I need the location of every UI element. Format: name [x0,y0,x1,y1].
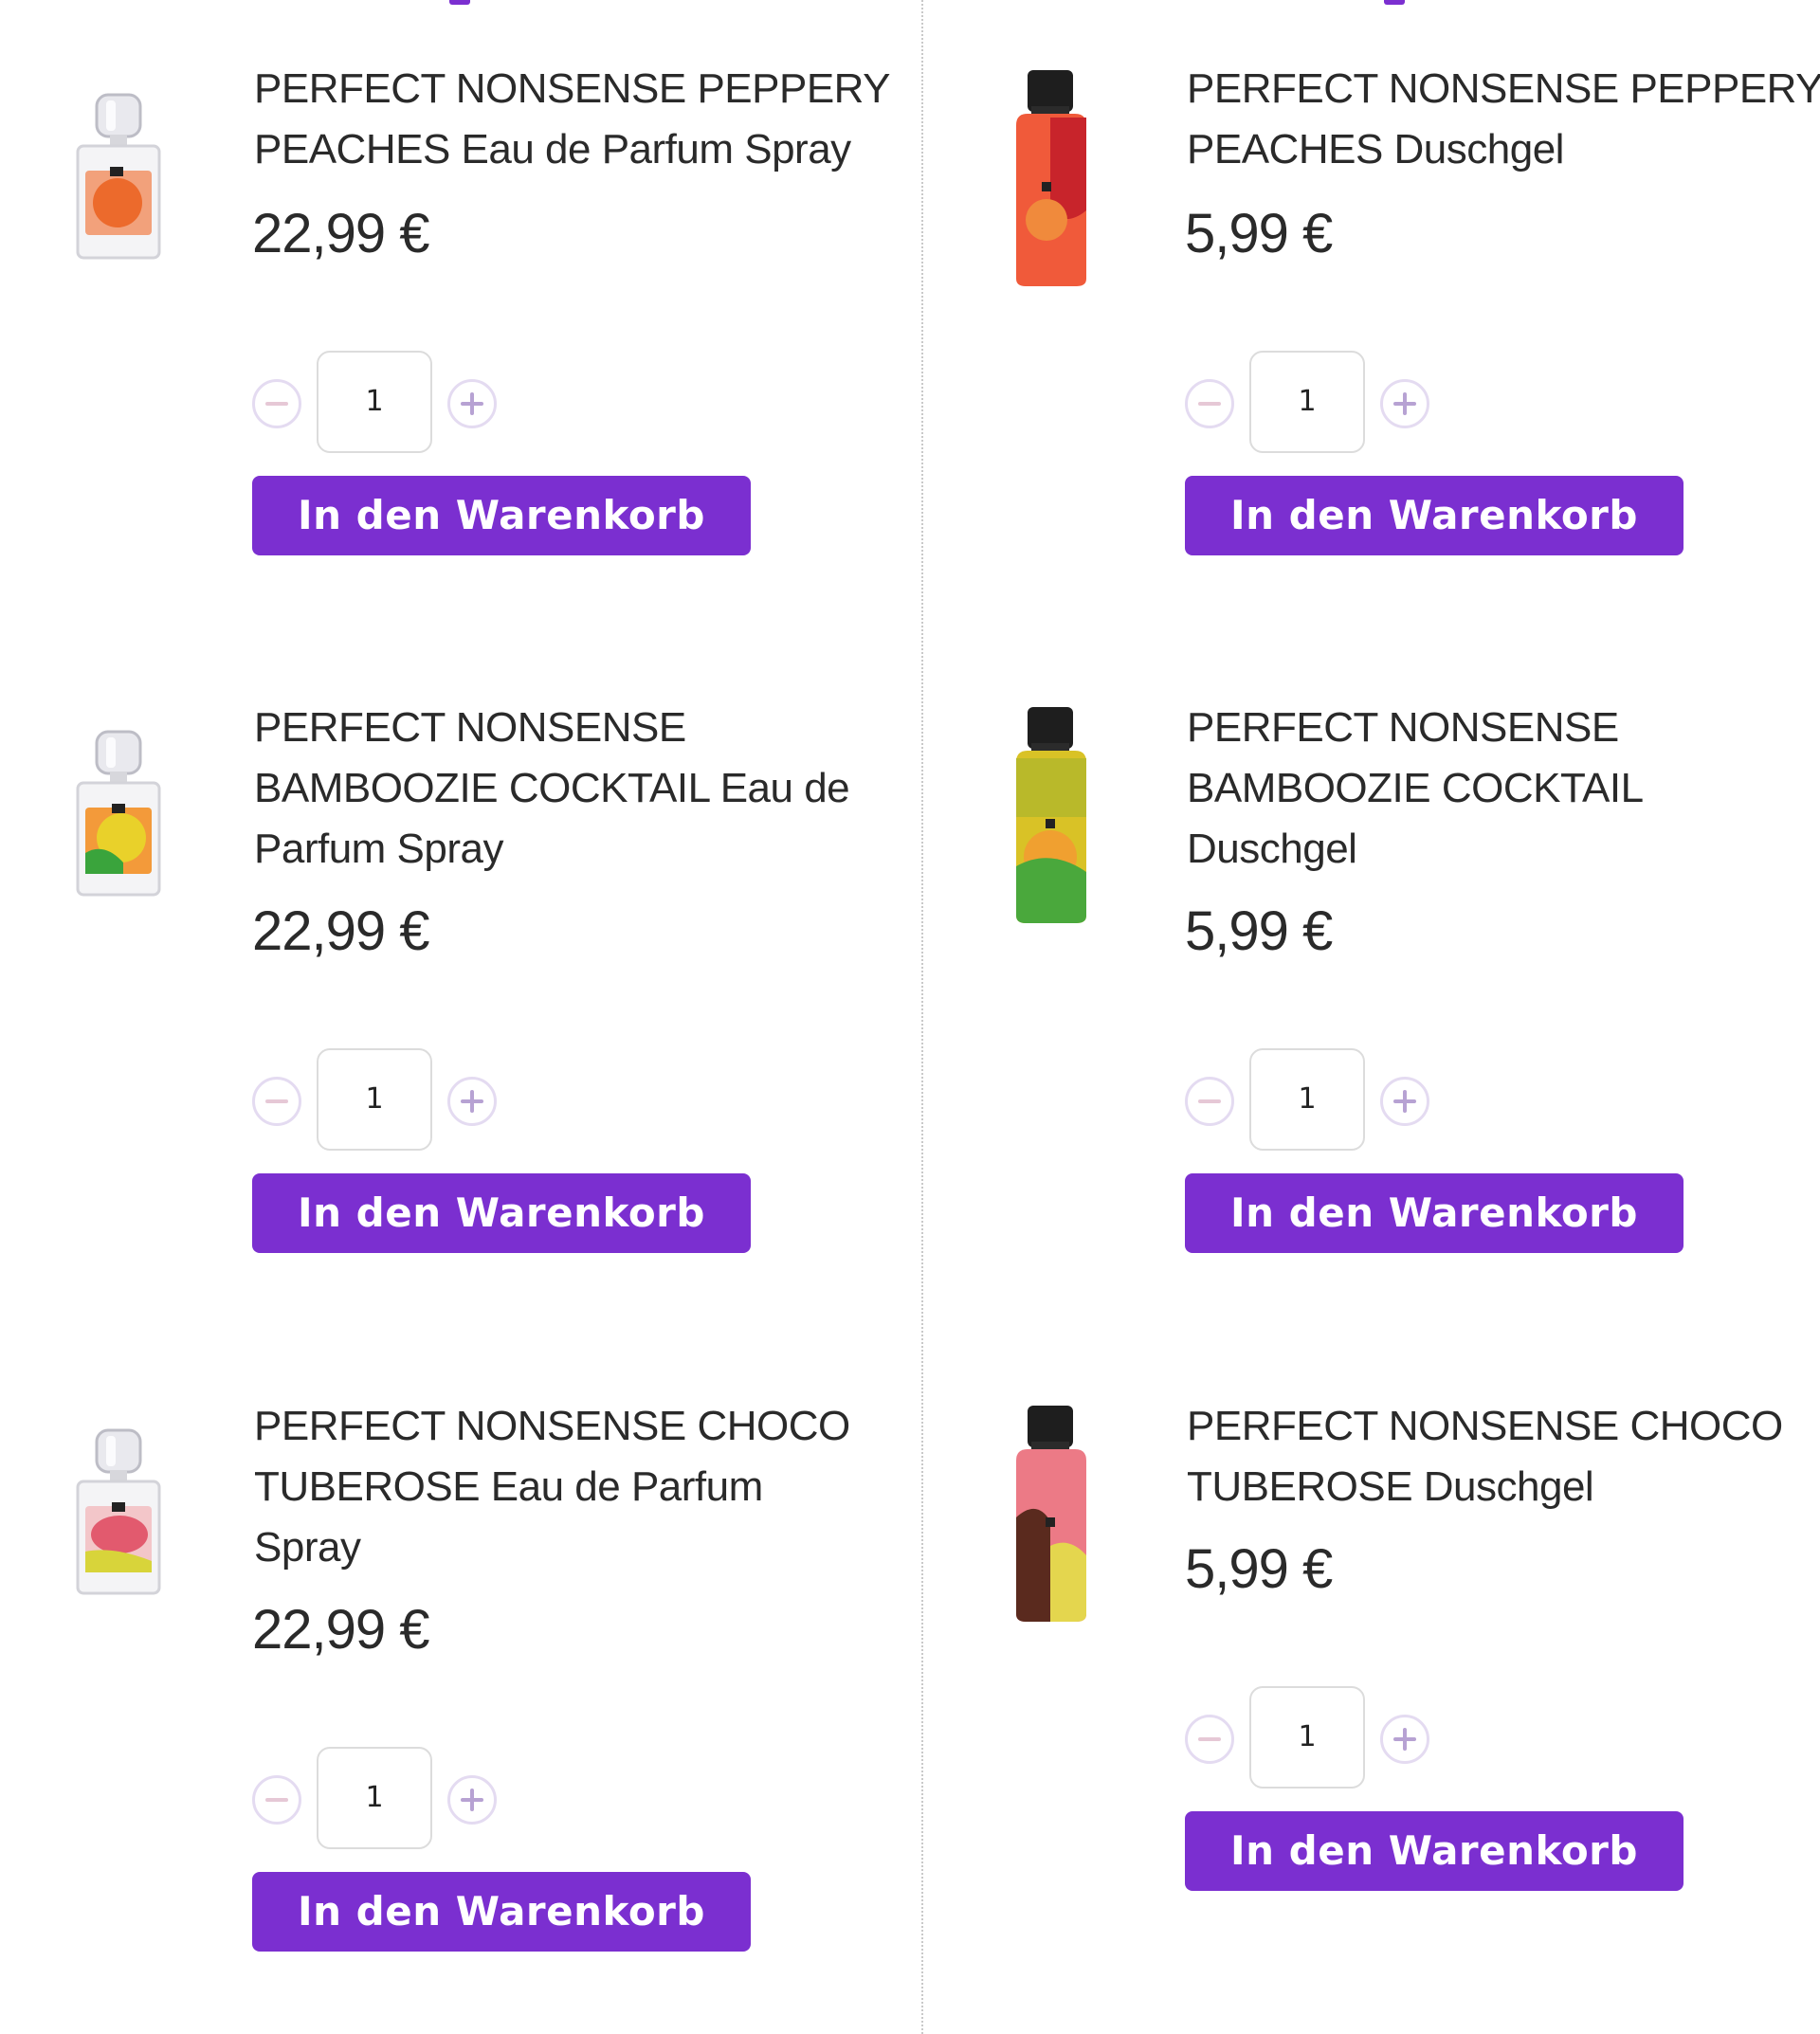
product-card: PERFECT NONSENSE BAMBOOZIE COCKTAIL Dusc… [933,698,1820,1361]
product-title-line: PERFECT NONSENSE PEPPERY [254,65,891,112]
decrease-quantity-button[interactable] [252,1077,301,1126]
product-card: PERFECT NONSENSE BAMBOOZIE COCKTAIL Eau … [0,698,910,1361]
quantity-input[interactable]: 1 [317,1747,432,1849]
product-title-line: PERFECT NONSENSE PEPPERY [1187,65,1820,112]
increase-quantity-button[interactable] [447,379,497,428]
increase-quantity-button[interactable] [1380,379,1429,428]
add-to-cart-button[interactable]: In den Warenkorb [1185,1173,1684,1253]
product-card: PERFECT NONSENSE CHOCO TUBEROSE Eau de P… [0,1396,910,2034]
product-price: 5,99 € [1185,1538,1333,1600]
product-price: 5,99 € [1185,203,1333,264]
product-title-line: BAMBOOZIE COCKTAIL Eau de [254,765,850,811]
quantity-input[interactable]: 1 [317,351,432,453]
decrease-quantity-button[interactable] [252,379,301,428]
quantity-stepper: 1 [252,1747,508,1849]
quantity-input[interactable]: 1 [1249,351,1365,453]
product-price: 22,99 € [252,203,430,264]
product-title[interactable]: PERFECT NONSENSE BAMBOOZIE COCKTAIL Eau … [254,698,918,880]
decrease-quantity-button[interactable] [1185,1715,1234,1764]
shower-gel-bottle-image[interactable] [985,68,1118,296]
quantity-input[interactable]: 1 [1249,1048,1365,1151]
perfume-bottle-image[interactable] [52,730,185,957]
product-card: PERFECT NONSENSE CHOCO TUBEROSE Duschgel… [933,1396,1820,2034]
increase-quantity-button[interactable] [447,1077,497,1126]
quantity-stepper: 1 [252,1048,508,1151]
decrease-quantity-button[interactable] [252,1775,301,1825]
product-title-line: PERFECT NONSENSE CHOCO [1187,1403,1783,1449]
perfume-bottle-image[interactable] [52,1428,185,1656]
product-title-line: Spray [254,1524,361,1571]
product-title-line: Duschgel [1187,826,1357,872]
quantity-stepper: 1 [1185,1686,1441,1789]
product-title[interactable]: PERFECT NONSENSE CHOCO TUBEROSE Duschgel [1187,1396,1820,1517]
product-title-line: TUBEROSE Duschgel [1187,1463,1594,1510]
perfume-bottle-image[interactable] [52,93,185,320]
product-price: 5,99 € [1185,900,1333,962]
product-title[interactable]: PERFECT NONSENSE PEPPERY PEACHES Duschge… [1187,59,1820,180]
quantity-input[interactable]: 1 [317,1048,432,1151]
product-title-line: TUBEROSE Eau de Parfum [254,1463,763,1510]
quantity-stepper: 1 [252,351,508,453]
product-title[interactable]: PERFECT NONSENSE PEPPERY PEACHES Eau de … [254,59,918,180]
shower-gel-bottle-image[interactable] [985,705,1118,933]
product-title-line: PERFECT NONSENSE [254,704,686,751]
product-title-line: Parfum Spray [254,826,503,872]
decrease-quantity-button[interactable] [1185,1077,1234,1126]
add-to-cart-button[interactable]: In den Warenkorb [252,476,751,555]
product-title-line: PERFECT NONSENSE CHOCO [254,1403,850,1449]
increase-quantity-button[interactable] [447,1775,497,1825]
column-divider [921,0,923,2034]
add-to-cart-button[interactable]: In den Warenkorb [1185,476,1684,555]
product-title-line: PEACHES Duschgel [1187,126,1564,173]
increase-quantity-button[interactable] [1380,1715,1429,1764]
add-to-cart-button[interactable]: In den Warenkorb [1185,1811,1684,1891]
product-title-line: PERFECT NONSENSE [1187,704,1619,751]
product-card: PERFECT NONSENSE PEPPERY PEACHES Eau de … [0,0,910,663]
product-price: 22,99 € [252,900,430,962]
product-title-line: PEACHES Eau de Parfum Spray [254,126,851,173]
increase-quantity-button[interactable] [1380,1077,1429,1126]
quantity-stepper: 1 [1185,1048,1441,1151]
add-to-cart-button[interactable]: In den Warenkorb [252,1872,751,1952]
product-card: PERFECT NONSENSE PEPPERY PEACHES Duschge… [933,0,1820,663]
product-title[interactable]: PERFECT NONSENSE CHOCO TUBEROSE Eau de P… [254,1396,918,1578]
shower-gel-bottle-image[interactable] [985,1404,1118,1631]
quantity-stepper: 1 [1185,351,1441,453]
product-title[interactable]: PERFECT NONSENSE BAMBOOZIE COCKTAIL Dusc… [1187,698,1820,880]
decrease-quantity-button[interactable] [1185,379,1234,428]
product-price: 22,99 € [252,1599,430,1661]
product-title-line: BAMBOOZIE COCKTAIL [1187,765,1644,811]
quantity-input[interactable]: 1 [1249,1686,1365,1789]
add-to-cart-button[interactable]: In den Warenkorb [252,1173,751,1253]
